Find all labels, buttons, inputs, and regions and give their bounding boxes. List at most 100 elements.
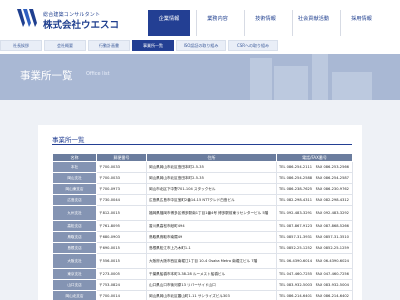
gnav-services[interactable]: 業務内容 [196,10,238,36]
fax: FAX 047-460-7256 [315,271,349,276]
tel: TEL 086-254-2588 [279,175,313,180]
office-name: 鳥取支店 [52,231,97,243]
subnav-greeting[interactable]: 社長挨拶 [0,40,42,51]
header-phone: 電話/FAX番号 [276,153,353,162]
gnav-label: 技術情報 [255,16,276,22]
hero-banner: 事業所一覧 Office list [0,54,400,100]
table-row: 岡山北支店 〒700-0014 岡山県岡山市北区蕃山町1-11 サンライズビル3… [52,290,353,300]
office-address: 広島県広島市中区宝町2番14-15 NTTクレド白島ビル [146,194,277,206]
fax: FAX 086-253-2566 [315,164,349,169]
header-address: 住所 [146,153,277,162]
office-address: 千葉県船橋市本町3-38-28 ルーメスト船橋ビル [146,268,277,280]
office-zip: 〒700-0033 [96,172,147,184]
tel: TEL 0857-31-3931 [279,234,313,239]
company-logo[interactable]: 総合建築コンサルタント 株式会社ウエスコ [17,8,147,31]
office-name: 九州支社 [52,205,97,221]
fax: FAX 086-230-9762 [315,186,349,191]
office-zip: 〒753-0824 [96,279,147,291]
office-address: 岡山県岡山市北区蕃山町1-11 サンライズビル303 [146,290,277,300]
table-row: 九州支社 〒812-0015 福岡県福岡市博多区博多駅南1丁目1番4号 博多駅前… [52,205,353,221]
office-name: 島根支店 [52,242,97,254]
office-name: 岡山北支店 [52,290,97,300]
tel: TEL 086-214-6401 [279,293,313,298]
table-row: 高松支店 〒761-8095 香川県高松市紙町494 TEL 087-867-9… [52,220,353,232]
gnav-corporate[interactable]: 企業情報 [148,10,190,36]
fax: FAX 092-483-3292 [315,210,349,215]
header-zip: 郵便番号 [96,153,147,162]
table-header-row: 名称 郵便番号 住所 電話/FAX番号 [52,153,353,162]
fax: FAX 082-298-4312 [315,197,349,202]
table-row: 山口支店 〒753-0824 山口県山口市後河原13 リバーサイド山口 TEL … [52,279,353,291]
fax: FAX 06-4390-6024 [315,258,349,263]
fax: FAX 086-214-6402 [315,293,349,298]
table-row: 本社 〒700-0033 岡山県岡山市北区島田本町2-5-35 TEL 086-… [52,161,353,173]
table-row: 東京支社 〒273-0005 千葉県船橋市本町3-38-28 ルーメスト船橋ビル… [52,268,353,280]
office-address: 岡山県岡山市北区島田本町2-5-35 [146,161,277,173]
sub-navigation: 社長挨拶 会社概要 行動計画書 事業所一覧 ISO認証の取り組み CSRへの取り… [0,40,400,51]
tel: TEL 083-932-5003 [279,282,313,287]
logo-mark-icon [17,9,37,27]
office-name: 広島支店 [52,194,97,206]
office-name: 本社 [52,161,97,173]
building-decoration [274,66,308,100]
office-address: 岡山県岡山市北区島田本町2-5-35 [146,172,277,184]
logo-company-name: 株式会社ウエスコ [43,20,120,31]
gnav-recruit[interactable]: 採用情報 [340,10,382,36]
office-address: 島根県松江市上乃木町1-1 [146,242,277,254]
gnav-label: 企業情報 [158,16,180,22]
subnav-office-list[interactable]: 事業所一覧 [132,40,174,51]
building-decoration [332,72,372,100]
subnav-overview[interactable]: 会社概要 [44,40,86,51]
office-phone: TEL 047-460-7255 FAX 047-460-7256 [276,268,353,280]
office-zip: 〒730-0044 [96,194,147,206]
office-zip: 〒761-8095 [96,220,147,232]
gnav-technology[interactable]: 技術情報 [244,10,286,36]
table-row: 岡山東支店 〒700-0973 岡山市北区下中野701-104 スタックセル T… [52,183,353,195]
page-title: 事業所一覧 [20,70,73,82]
tel: TEL 082-298-4311 [279,197,313,202]
office-name: 東京支社 [52,268,97,280]
title-divider [52,144,352,145]
office-table: 名称 郵便番号 住所 電話/FAX番号 本社 〒700-0033 岡山県岡山市北… [52,153,353,300]
office-phone: TEL 086-238-7625 FAX 086-230-9762 [276,183,353,195]
header-name: 名称 [52,153,97,162]
table-row: 島根支店 〒690-0015 島根県松江市上乃木町1-1 TEL 0852-25… [52,242,353,254]
fax: FAX 083-932-5004 [315,282,349,287]
office-zip: 〒700-0014 [96,290,147,300]
office-address: 鳥取県鳥取市南隈49 [146,231,277,243]
table-row: 鳥取支店 〒680-0903 鳥取県鳥取市南隈49 TEL 0857-31-39… [52,231,353,243]
building-decoration [312,54,328,100]
office-zip: 〒690-0015 [96,242,147,254]
office-name: 山口支店 [52,279,97,291]
office-phone: TEL 087-867-9123 FAX 087-868-5266 [276,220,353,232]
tel: TEL 086-238-7625 [279,186,313,191]
fax: FAX 0857-31-3510 [315,234,349,239]
tel: TEL 086-254-2111 [279,164,313,169]
gnav-label: 業務内容 [207,16,228,22]
fax: FAX 0852-25-1259 [315,245,349,250]
office-phone: TEL 0852-25-1252 FAX 0852-25-1259 [276,242,353,254]
office-address: 大阪府大阪市西区南堀江1丁目 10-4 Osaka Metro 南堀江ビル 7階 [146,253,277,269]
tel: TEL 0852-25-1252 [279,245,313,250]
office-phone: TEL 082-298-4311 FAX 082-298-4312 [276,194,353,206]
tel: TEL 06-4390-6014 [279,258,313,263]
gnav-social[interactable]: 社会貢献活動 [292,10,334,36]
office-zip: 〒273-0005 [96,268,147,280]
fax: FAX 087-868-5266 [315,223,349,228]
table-row: 広島支店 〒730-0044 広島県広島市中区宝町2番14-15 NTTクレド白… [52,194,353,206]
office-phone: TEL 06-4390-6014 FAX 06-4390-6024 [276,253,353,269]
gnav-label: 採用情報 [351,16,372,22]
office-name: 大阪支社 [52,253,97,269]
office-zip: 〒812-0015 [96,205,147,221]
table-row: 大阪支社 〒556-0015 大阪府大阪市西区南堀江1丁目 10-4 Osaka… [52,253,353,269]
office-name: 岡山東支店 [52,183,97,195]
table-row: 岡山支社 〒700-0033 岡山県岡山市北区島田本町2-5-35 TEL 08… [52,172,353,184]
subnav-csr[interactable]: CSRへの取り組み [228,40,278,51]
office-name: 岡山支社 [52,172,97,184]
office-phone: TEL 086-254-2111 FAX 086-253-2566 [276,161,353,173]
office-zip: 〒700-0033 [96,161,147,173]
office-zip: 〒680-0903 [96,231,147,243]
subnav-action-plan[interactable]: 行動計画書 [88,40,130,51]
site-header: 総合建築コンサルタント 株式会社ウエスコ 企業情報 業務内容 技術情報 社会貢献… [0,0,400,36]
subnav-iso[interactable]: ISO認証の取り組み [176,40,226,51]
